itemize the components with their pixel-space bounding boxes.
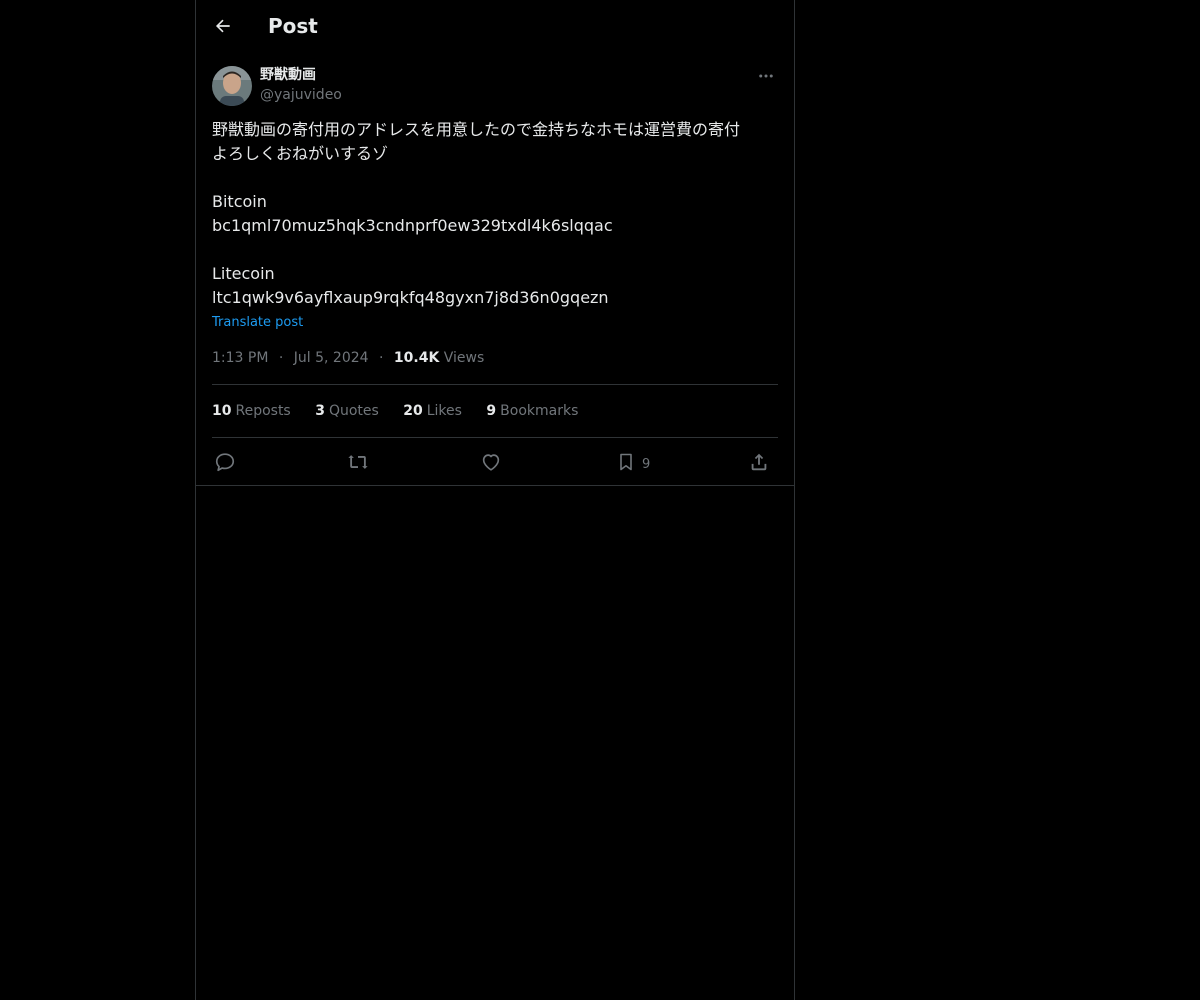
author-name[interactable]: 野獣動画 <box>260 65 316 85</box>
likes-label: Likes <box>426 403 462 419</box>
bookmark-button[interactable]: 9 <box>616 448 650 476</box>
share-icon <box>751 453 767 471</box>
reposts-count: 10 <box>212 403 232 419</box>
views-count: 10.4K <box>393 350 440 366</box>
bitcoin-label: Bitcoin <box>212 192 267 211</box>
meta-separator: · <box>379 350 384 366</box>
reposts-label: Reposts <box>235 403 291 419</box>
repost-icon <box>348 455 368 469</box>
more-horizontal-icon <box>759 74 773 78</box>
page-header: Post <box>196 0 794 53</box>
divider <box>212 384 778 385</box>
likes-count: 20 <box>403 403 423 419</box>
litecoin-label: Litecoin <box>212 264 275 283</box>
more-options-button[interactable] <box>754 64 778 88</box>
page-title: Post <box>268 14 318 38</box>
like-button[interactable] <box>480 448 502 476</box>
bookmark-icon <box>620 453 632 471</box>
quotes-stat[interactable]: 3 Quotes <box>315 401 379 421</box>
quotes-label: Quotes <box>328 403 379 419</box>
arrow-left-icon <box>215 19 230 33</box>
avatar[interactable] <box>212 66 252 106</box>
repost-button[interactable] <box>346 448 370 476</box>
views-label: Views <box>443 350 485 366</box>
action-bar: 9 <box>212 448 778 476</box>
reply-icon <box>215 453 235 472</box>
bookmark-count: 9 <box>642 456 651 472</box>
bitcoin-address: bc1qml70muz5hqk3cndnprf0ew329txdl4k6slqq… <box>212 216 613 235</box>
translate-post-link[interactable]: Translate post <box>212 314 303 332</box>
engagement-stats: 10 Reposts 3 Quotes 20 Likes 9 Bookmarks <box>212 401 598 421</box>
post-meta: 1:13 PM · Jul 5, 2024 · 10.4K Views <box>212 348 484 368</box>
meta-separator: · <box>278 350 284 366</box>
post-bottom-border <box>196 485 794 486</box>
reposts-stat[interactable]: 10 Reposts <box>212 401 291 421</box>
heart-icon <box>482 454 500 471</box>
likes-stat[interactable]: 20 Likes <box>403 401 462 421</box>
reply-button[interactable] <box>214 448 236 476</box>
post-column: Post 野獣動画 @yajuvideo 野獣動画の寄付用のアドレスを用意したの… <box>195 0 795 1000</box>
post-date[interactable]: Jul 5, 2024 <box>294 350 369 366</box>
author-row: 野獣動画 @yajuvideo <box>212 64 778 108</box>
post-time[interactable]: 1:13 PM <box>212 350 268 366</box>
post-text-line: 野獣動画の寄付用のアドレスを用意したので金持ちなホモは運営費の寄付 <box>212 120 741 139</box>
bookmarks-label: Bookmarks <box>500 403 579 419</box>
share-button[interactable] <box>748 448 770 476</box>
litecoin-address: ltc1qwk9v6ayflxaup9rqkfq48gyxn7j8d36n0gq… <box>212 288 609 307</box>
post-text-line: よろしくおねがいするゾ <box>212 144 389 163</box>
author-handle[interactable]: @yajuvideo <box>260 85 342 105</box>
post-text: 野獣動画の寄付用のアドレスを用意したので金持ちなホモは運営費の寄付 よろしくおね… <box>212 118 778 310</box>
back-button[interactable] <box>208 11 238 41</box>
quotes-count: 3 <box>315 403 325 419</box>
bookmarks-stat[interactable]: 9 Bookmarks <box>486 401 578 421</box>
divider <box>212 437 778 438</box>
avatar-image <box>212 66 252 106</box>
bookmarks-count: 9 <box>486 403 497 419</box>
